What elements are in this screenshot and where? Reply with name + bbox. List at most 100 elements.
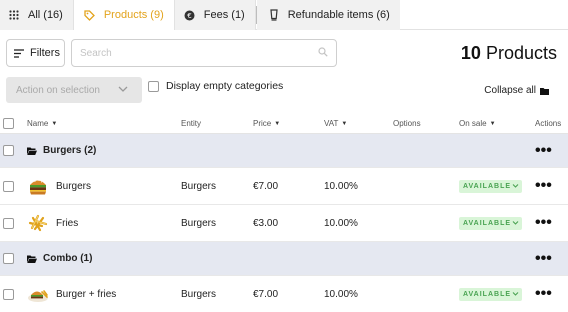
- sort-down-icon: ▼: [341, 120, 348, 127]
- table-row[interactable]: Burgers Burgers €7.00 10.00% AVAILABLE •…: [0, 168, 568, 205]
- tab-refundable[interactable]: Refundable items (6): [256, 0, 400, 30]
- entity-value: Burgers: [181, 217, 217, 229]
- row-checkbox[interactable]: [3, 217, 14, 229]
- column-on-sale[interactable]: On sale ▼: [459, 114, 496, 133]
- row-checkbox[interactable]: [3, 253, 14, 264]
- search-input[interactable]: [80, 47, 318, 59]
- status-label: AVAILABLE: [463, 290, 512, 298]
- tab-all[interactable]: All (16): [0, 0, 74, 30]
- display-empty-categories[interactable]: Display empty categories: [148, 80, 283, 92]
- entity-cell: Burgers: [181, 168, 216, 204]
- status-label: AVAILABLE: [463, 182, 512, 190]
- fries-thumbnail: [28, 214, 48, 232]
- vat-cell: 10.00%: [324, 205, 358, 241]
- filters-label: Filters: [30, 47, 60, 59]
- vat-value: 10.00%: [324, 288, 358, 300]
- more-actions-button[interactable]: •••: [535, 205, 552, 241]
- combo-thumbnail: [28, 290, 48, 302]
- more-actions-button[interactable]: •••: [535, 134, 552, 167]
- more-icon: •••: [535, 141, 552, 159]
- chevron-down-icon: [512, 221, 519, 225]
- on-sale-cell: AVAILABLE: [459, 205, 523, 241]
- empty-categories-checkbox[interactable]: [148, 80, 159, 92]
- product-name: Burgers: [56, 180, 92, 192]
- select-all-checkbox[interactable]: [3, 118, 14, 129]
- table-row[interactable]: Burger + fries Burgers €7.00 10.00% AVAI…: [0, 276, 568, 312]
- collapse-all-button[interactable]: Collapse all: [484, 85, 549, 96]
- more-actions-button[interactable]: •••: [535, 276, 552, 312]
- chevron-down-icon: [512, 184, 519, 188]
- status-badge[interactable]: AVAILABLE: [459, 287, 523, 301]
- filters-button[interactable]: Filters: [6, 39, 65, 67]
- row-select-cell: [3, 134, 14, 167]
- category-row[interactable]: Combo (1) •••: [0, 242, 568, 276]
- column-vat[interactable]: VAT ▼: [324, 114, 347, 133]
- folder-icon: [540, 87, 549, 95]
- vat-value: 10.00%: [324, 217, 358, 229]
- tab-fees[interactable]: € Fees (1): [174, 0, 256, 30]
- entity-cell: Burgers: [181, 205, 216, 241]
- select-all-cell: [3, 114, 14, 133]
- row-checkbox[interactable]: [3, 288, 14, 300]
- column-entity: Entity: [181, 114, 201, 133]
- price-cell: €7.00: [253, 276, 278, 312]
- table-header: Name ▼ Entity Price ▼ VAT ▼ Options On s…: [0, 114, 568, 134]
- price-cell: €3.00: [253, 205, 278, 241]
- more-icon: •••: [535, 249, 552, 267]
- column-name[interactable]: Name ▼: [27, 114, 57, 133]
- column-price-label: Price: [253, 119, 272, 128]
- more-actions-button[interactable]: •••: [535, 242, 552, 275]
- category-label: Combo (1): [43, 253, 93, 264]
- product-name-cell: Fries: [27, 205, 78, 241]
- table-row[interactable]: Fries Burgers €3.00 10.00% AVAILABLE •••: [0, 205, 568, 242]
- glass-icon: [266, 7, 282, 23]
- status-badge[interactable]: AVAILABLE: [459, 179, 523, 193]
- price-value: €3.00: [253, 217, 279, 229]
- row-checkbox[interactable]: [3, 180, 14, 192]
- vat-value: 10.00%: [324, 180, 358, 192]
- folder-open-icon: [27, 255, 37, 263]
- category-tabs: All (16) Products (9) € Fees (1) Refunda…: [0, 0, 568, 30]
- row-checkbox[interactable]: [3, 145, 14, 156]
- column-price[interactable]: Price ▼: [253, 114, 280, 133]
- fee-icon: €: [182, 7, 198, 23]
- action-select-label: Action on selection: [16, 84, 100, 96]
- search-box: [71, 39, 337, 67]
- price-value: €7.00: [253, 180, 279, 192]
- product-name: Fries: [56, 217, 79, 229]
- sort-down-icon: ▼: [489, 120, 496, 127]
- sort-down-icon: ▼: [274, 120, 281, 127]
- tab-products[interactable]: Products (9): [73, 0, 175, 30]
- vat-cell: 10.00%: [324, 168, 358, 204]
- price-cell: €7.00: [253, 168, 278, 204]
- collapse-all-label: Collapse all: [484, 85, 536, 96]
- category-label: Burgers (2): [43, 145, 97, 156]
- column-options-label: Options: [393, 119, 421, 128]
- more-icon: •••: [535, 285, 552, 302]
- category-name: Combo (1): [27, 242, 92, 275]
- more-icon: •••: [535, 214, 552, 231]
- entity-value: Burgers: [181, 288, 217, 300]
- on-sale-cell: AVAILABLE: [459, 276, 523, 312]
- column-actions: Actions: [535, 114, 561, 133]
- tab-all-label: All (16): [28, 9, 63, 21]
- product-count: 10 Products: [461, 43, 557, 64]
- category-name: Burgers (2): [27, 134, 96, 167]
- filter-icon: [14, 48, 24, 58]
- tag-icon: [82, 7, 98, 23]
- status-badge[interactable]: AVAILABLE: [459, 216, 523, 230]
- category-row[interactable]: Burgers (2) •••: [0, 134, 568, 168]
- products-table: Name ▼ Entity Price ▼ VAT ▼ Options On s…: [0, 114, 568, 312]
- row-select-cell: [3, 242, 14, 275]
- column-options: Options: [393, 114, 421, 133]
- search-icon[interactable]: [318, 46, 328, 60]
- empty-categories-label: Display empty categories: [166, 80, 284, 92]
- grid-icon: [6, 7, 22, 23]
- product-name-cell: Burgers: [27, 168, 91, 204]
- action-on-selection-select[interactable]: Action on selection: [6, 77, 142, 103]
- tab-products-label: Products (9): [103, 9, 164, 21]
- row-select-cell: [3, 276, 14, 312]
- column-actions-label: Actions: [535, 119, 562, 128]
- product-name: Burger + fries: [56, 288, 117, 300]
- more-actions-button[interactable]: •••: [535, 168, 552, 204]
